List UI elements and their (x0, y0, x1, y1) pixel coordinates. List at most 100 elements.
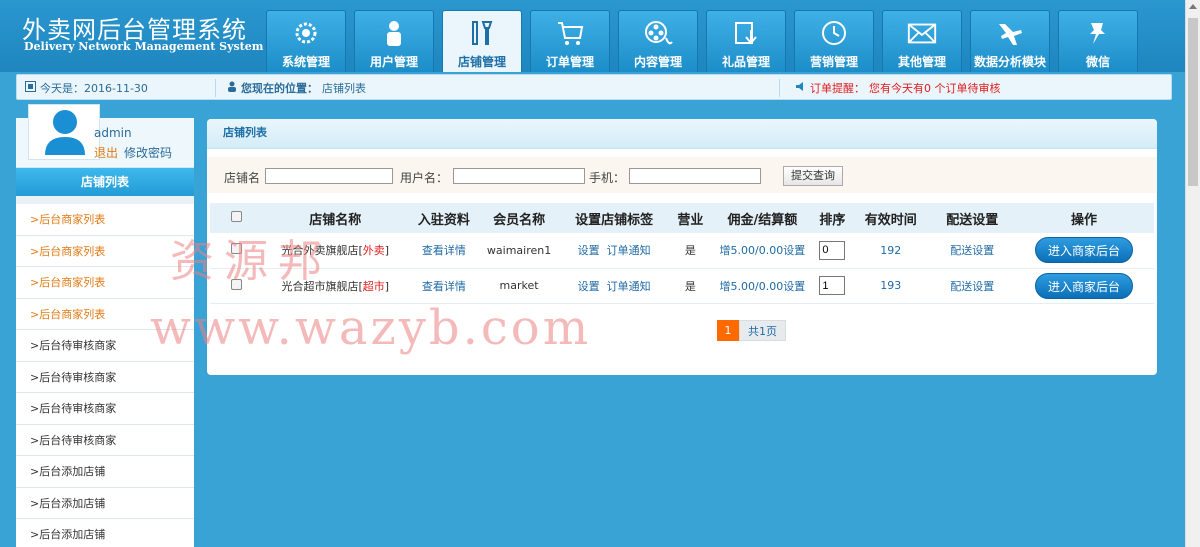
label-settings-cell: 设置 订单通知 (558, 233, 670, 269)
logout-link[interactable]: 退出 (94, 146, 118, 160)
user-box: admin 退出 修改密码 (16, 104, 194, 168)
phone-input[interactable] (629, 168, 761, 184)
delivery-settings-link[interactable]: 配送设置 (950, 244, 994, 257)
sort-cell (813, 233, 852, 269)
view-detail-link[interactable]: 查看详情 (422, 244, 466, 257)
shop-name-label: 店铺名 (224, 171, 261, 185)
shop-name-input[interactable] (265, 168, 393, 184)
nav-label: 营销管理 (809, 55, 858, 69)
divider (779, 79, 780, 97)
nav-shops[interactable]: 店铺管理 (442, 10, 522, 72)
sidebar-item[interactable]: >后台添加店铺 (16, 487, 194, 519)
scroll-up-arrow-icon[interactable] (1189, 4, 1197, 9)
valid-time-cell: 193 (851, 268, 931, 304)
username-label: 用户名： (400, 171, 449, 185)
member-cell: market (479, 268, 559, 304)
sidebar-item[interactable]: >后台商家列表 (16, 204, 194, 236)
change-password-link[interactable]: 修改密码 (124, 146, 172, 160)
column-header: 营业 (669, 203, 712, 233)
airplane-icon (994, 17, 1026, 49)
table-header-row: 店铺名称 入驻资料 会员名称 设置店铺标签 营业 佣金/结算额 排序 有效时间 … (210, 203, 1154, 233)
nav-content[interactable]: 内容管理 (618, 10, 698, 72)
set-label-link[interactable]: 设置 (578, 280, 600, 293)
set-label-link[interactable]: 设置 (578, 244, 600, 257)
nav-gifts[interactable]: 礼品管理 (706, 10, 786, 72)
nav-analytics[interactable]: 数据分析模块 (970, 10, 1050, 72)
nav-wechat[interactable]: 微信 (1058, 10, 1138, 72)
download-box-icon (730, 17, 762, 49)
sort-input[interactable] (819, 240, 846, 260)
sidebar-section-title[interactable]: 店铺列表 (16, 168, 194, 196)
nav-label: 店铺管理 (457, 55, 506, 69)
table-row: 光合超市旗舰店[超市] 查看详情 market 设置 订单通知 是 增5.00/… (210, 268, 1154, 304)
column-header: 操作 (1014, 203, 1154, 233)
commission-link[interactable]: 增5.00/0.00设置 (720, 244, 806, 257)
sidebar-item[interactable]: >后台待审核商家 (16, 424, 194, 456)
divider (215, 79, 216, 97)
nav-other[interactable]: 其他管理 (882, 10, 962, 72)
view-detail-link[interactable]: 查看详情 (422, 280, 466, 293)
detail-cell: 查看详情 (408, 233, 480, 269)
delivery-settings-link[interactable]: 配送设置 (950, 280, 994, 293)
column-header: 会员名称 (479, 203, 559, 233)
nav-orders[interactable]: 订单管理 (530, 10, 610, 72)
open-status-cell: 是 (669, 233, 712, 269)
cart-icon (554, 17, 586, 49)
watermark-text: 资源邦 (170, 236, 332, 287)
detail-cell: 查看详情 (408, 268, 480, 304)
submit-search-button[interactable]: 提交查询 (783, 166, 843, 186)
member-cell: waimairen1 (479, 233, 559, 269)
enter-merchant-backend-button[interactable]: 进入商家后台 (1035, 272, 1133, 299)
valid-time-link[interactable]: 193 (880, 279, 901, 292)
sidebar-item[interactable]: >后台待审核商家 (16, 361, 194, 393)
pin-icon (1082, 17, 1114, 49)
avatar (28, 104, 100, 160)
enter-merchant-backend-button[interactable]: 进入商家后台 (1035, 237, 1133, 264)
sidebar-list: >后台商家列表 >后台商家列表 >后台商家列表 >后台商家列表 >后台待审核商家 >后台待… (16, 204, 194, 547)
shop-tag: 外卖 (362, 244, 385, 258)
clock-icon (818, 17, 850, 49)
sidebar-item[interactable]: >后台商家列表 (16, 235, 194, 267)
nav-marketing[interactable]: 营销管理 (794, 10, 874, 72)
sort-input[interactable] (819, 276, 846, 295)
watermark-url: www.wazyb.com (150, 300, 592, 356)
page-scrollbar[interactable] (1185, 0, 1200, 547)
column-header: 设置店铺标签 (558, 203, 670, 233)
sidebar-item[interactable]: >后台添加店铺 (16, 456, 194, 488)
header: 外卖网后台管理系统 Delivery Network Management Sy… (0, 0, 1185, 72)
nav-system[interactable]: 系统管理 (266, 10, 346, 72)
tag-bracket: ] (384, 244, 390, 258)
total-pages: 共1页 (739, 320, 786, 341)
delivery-cell: 配送设置 (930, 233, 1014, 269)
tools-icon (466, 17, 498, 49)
current-page[interactable]: 1 (717, 320, 739, 341)
open-status-cell: 是 (669, 268, 712, 304)
username: admin (94, 126, 132, 140)
order-notice-link[interactable]: 订单通知 (607, 280, 651, 293)
column-header: 有效时间 (851, 203, 931, 233)
column-header: 配送设置 (930, 203, 1014, 233)
nav-label: 用户管理 (369, 55, 418, 69)
username-input[interactable] (453, 168, 585, 184)
location-value[interactable]: 店铺列表 (322, 80, 366, 96)
gear-icon (290, 17, 322, 49)
nav-users[interactable]: 用户管理 (354, 10, 434, 72)
order-notice-link[interactable]: 订单通知 (607, 244, 651, 257)
sort-cell (813, 268, 852, 304)
valid-time-link[interactable]: 192 (880, 244, 901, 257)
commission-link[interactable]: 增5.00/0.00设置 (720, 280, 806, 293)
select-all-checkbox[interactable] (230, 210, 242, 222)
scroll-thumb[interactable] (1188, 18, 1198, 186)
app-subtitle: Delivery Network Management System (24, 40, 264, 53)
commission-cell: 增5.00/0.00设置 (711, 268, 814, 304)
top-nav: 系统管理 用户管理 店铺管理 订单管理 内容管理 礼品管理 营销管理 其他管理 … (266, 10, 1146, 72)
search-bar: 店铺名 用户名： 手机： 提交查询 (207, 157, 1157, 193)
shop-table: 店铺名称 入驻资料 会员名称 设置店铺标签 营业 佣金/结算额 排序 有效时间 … (210, 203, 1154, 304)
info-bar: 今天是：2016-11-30 您现在的位置： 店铺列表 订单提醒： 您有今天有0… (16, 74, 1172, 100)
reminder-text[interactable]: 您有今天有0 个订单待审核 (869, 80, 1001, 96)
sidebar-item[interactable]: >后台待审核商家 (16, 393, 194, 425)
sidebar-item[interactable]: >后台商家列表 (16, 267, 194, 299)
pagination: 1 共1页 (717, 320, 786, 341)
sidebar-item[interactable]: >后台添加店铺 (16, 519, 194, 547)
date-label: 今天是：2016-11-30 (40, 82, 148, 95)
